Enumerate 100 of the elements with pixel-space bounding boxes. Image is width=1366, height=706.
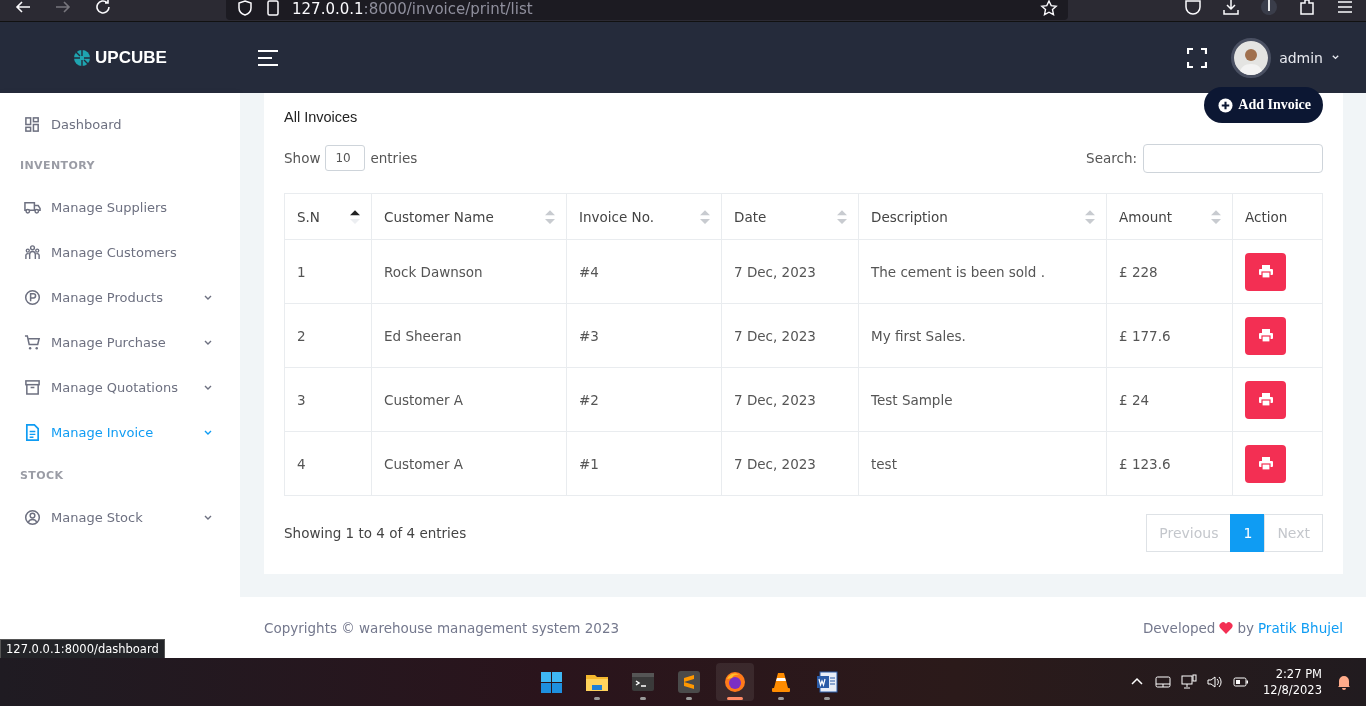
copyright-text: Copyrights © warehouse management system 2023 (264, 619, 620, 636)
bell-icon[interactable] (1336, 674, 1352, 690)
table-cell: £ 228 (1106, 239, 1233, 304)
column-header[interactable]: Date (721, 193, 859, 240)
archive-box-icon (24, 379, 41, 396)
volume-icon[interactable] (1207, 674, 1224, 690)
by-text: by (1237, 619, 1254, 636)
table-cell: 2 (284, 303, 372, 368)
document-icon (24, 424, 41, 441)
table-cell: 4 (284, 431, 372, 496)
download-icon[interactable] (1222, 0, 1240, 16)
sort-ascending-icon[interactable] (350, 210, 360, 224)
printer-icon (1258, 329, 1273, 342)
table-cell: £ 177.6 (1106, 303, 1233, 368)
search-field[interactable] (1143, 143, 1323, 173)
status-tooltip: 127.0.0.1:8000/dashboard (0, 639, 165, 659)
page-size-select[interactable]: 10 (325, 145, 366, 171)
sidebar-item[interactable]: Manage Quotations (0, 365, 240, 410)
network-icon[interactable] (1181, 674, 1198, 690)
user-circle-icon (24, 509, 41, 526)
windows-logo-icon (539, 670, 563, 694)
shield-icon[interactable] (236, 0, 254, 17)
sidebar-item[interactable]: Manage Suppliers (0, 185, 240, 230)
sidebar-item[interactable]: Manage Products (0, 275, 240, 320)
printer-icon (1258, 265, 1273, 278)
star-icon[interactable] (1040, 0, 1058, 17)
column-header: Action (1232, 193, 1323, 240)
table-cell: 7 Dec, 2023 (721, 431, 859, 496)
heart-icon (1219, 621, 1234, 634)
entries-info: Showing 1 to 4 of 4 entries (284, 525, 467, 541)
print-button[interactable] (1245, 252, 1286, 291)
table-cell: Ed Sheeran (371, 303, 567, 368)
user-name[interactable]: admin (1279, 49, 1323, 66)
clock[interactable]: 2:27 PM 12/8/2023 (1263, 666, 1322, 698)
extension-icon[interactable] (1298, 0, 1316, 16)
add-invoice-button[interactable]: Add Invoice (1204, 87, 1323, 123)
entries-label: entries (370, 150, 418, 166)
battery-icon[interactable] (1233, 674, 1250, 690)
reload-icon[interactable] (94, 0, 112, 16)
sidebar-item[interactable]: Dashboard (0, 113, 240, 135)
taskbar-app[interactable] (716, 663, 754, 701)
table-cell: Test Sample (858, 367, 1107, 432)
table-cell: 3 (284, 367, 372, 432)
sidebar-item[interactable]: Manage Purchase (0, 320, 240, 365)
sublime-icon (677, 670, 701, 694)
table-cell: #4 (566, 239, 722, 304)
developed-text: Developed (1142, 619, 1216, 636)
chevron-down-icon[interactable] (1331, 53, 1340, 62)
table-cell: 1 (284, 239, 372, 304)
people-icon (24, 244, 41, 261)
print-button[interactable] (1245, 316, 1286, 355)
dashboard-icon (24, 115, 41, 133)
table-cell: Rock Dawnson (371, 239, 567, 304)
table-cell: #1 (566, 431, 722, 496)
pocket-icon[interactable] (1184, 0, 1202, 16)
search-label: Search: (1086, 150, 1137, 166)
sidebar-item[interactable]: Manage Customers (0, 230, 240, 275)
p-circle-icon (24, 289, 41, 306)
table-cell: Customer A (371, 431, 567, 496)
word-document-icon (815, 670, 839, 694)
table-cell: £ 123.6 (1106, 431, 1233, 496)
truck-icon (24, 199, 41, 216)
column-header[interactable]: S.N (284, 193, 372, 240)
column-header[interactable]: Invoice No. (566, 193, 722, 240)
table-cell: 7 Dec, 2023 (721, 367, 859, 432)
avatar[interactable] (1231, 37, 1272, 78)
print-button[interactable] (1245, 380, 1286, 419)
traffic-cone-icon (769, 670, 793, 694)
card-title: All Invoices (284, 109, 358, 125)
fullscreen-icon[interactable] (1187, 47, 1208, 68)
table-cell: 7 Dec, 2023 (721, 303, 859, 368)
firefox-icon (723, 670, 747, 694)
table-cell: The cement is been sold . (858, 239, 1107, 304)
printer-icon (1258, 457, 1273, 470)
aperture-logo-icon (73, 48, 92, 67)
table-cell: test (858, 431, 1107, 496)
print-button[interactable] (1245, 444, 1286, 483)
touchpad-icon[interactable] (1155, 674, 1172, 690)
address-bar[interactable]: 127.0.0.1:8000/invoice/print/list (226, 0, 1068, 20)
profile-icon[interactable] (1260, 0, 1278, 16)
brand-name[interactable]: UPCUBE (95, 47, 167, 68)
terminal-icon (631, 670, 655, 694)
column-header[interactable]: Customer Name (371, 193, 567, 240)
sidebar-heading: INVENTORY (20, 158, 95, 172)
menu-icon[interactable] (1336, 0, 1354, 16)
column-header[interactable]: Description (858, 193, 1107, 240)
cart-icon (24, 334, 41, 351)
menu-icon[interactable] (258, 49, 278, 66)
column-header[interactable]: Amount (1106, 193, 1233, 240)
address-text: 127.0.0.1:8000/invoice/print/list (292, 0, 533, 18)
table-cell: £ 24 (1106, 367, 1233, 432)
sidebar-heading: STOCK (20, 468, 64, 482)
sidebar-item[interactable]: Manage Stock (0, 495, 240, 540)
table-cell: 7 Dec, 2023 (721, 239, 859, 304)
plus-circle-icon (1218, 97, 1234, 113)
show-label: Show (284, 150, 321, 166)
table-cell: My first Sales. (858, 303, 1107, 368)
printer-icon (1258, 393, 1273, 406)
page-icon (264, 0, 282, 17)
table-cell: Customer A (371, 367, 567, 432)
